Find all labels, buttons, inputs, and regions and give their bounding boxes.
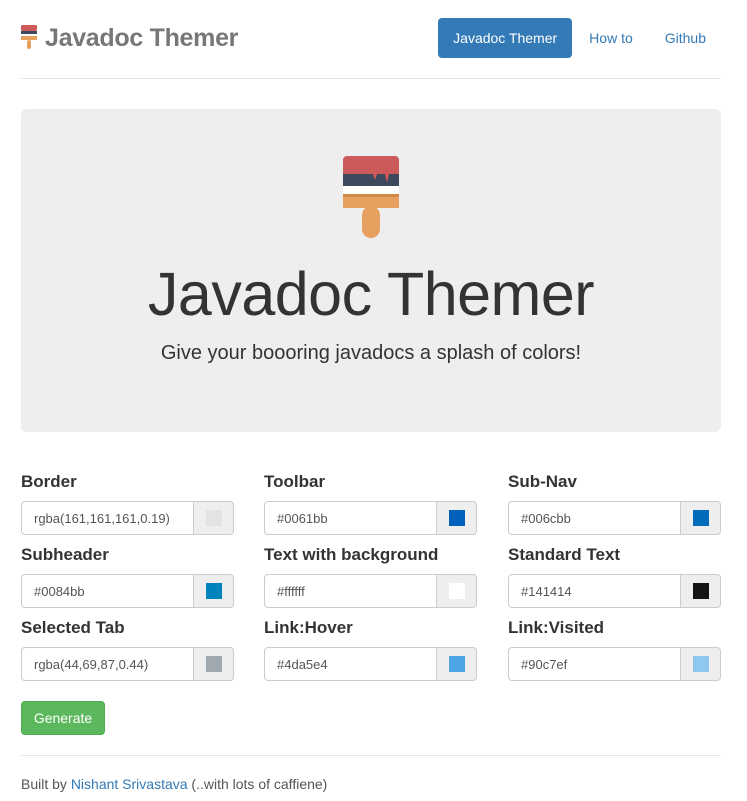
field-label: Link:Visited [508,618,605,637]
toolbar-field: Toolbar [264,470,477,535]
input-group [21,501,234,535]
input-group [264,647,477,681]
color-swatch [448,510,465,526]
field-label: Border [21,472,77,491]
footer-divider [21,755,721,756]
text-with-background-field: Text with background [264,543,477,608]
color-picker-button[interactable] [193,647,234,681]
nav-item-how-to[interactable]: How to [574,18,648,58]
subheader-field: Subheader [21,543,234,608]
field-label: Toolbar [264,472,326,491]
input-group [508,501,721,535]
input-group [21,574,234,608]
field-label: Link:Hover [264,618,353,637]
input-group [508,574,721,608]
input-group [21,647,234,681]
color-swatch [692,510,709,526]
color-swatch [205,510,222,526]
nav-item-github[interactable]: Github [650,18,721,58]
text-with-background-color-input[interactable] [264,574,436,608]
color-picker-button[interactable] [436,647,477,681]
color-picker-button[interactable] [680,574,721,608]
color-picker-button[interactable] [436,501,477,535]
color-picker-button[interactable] [193,574,234,608]
border-color-input[interactable] [21,501,193,535]
field-label: Text with background [264,545,439,564]
color-swatch [205,583,222,599]
standard-text-color-input[interactable] [508,574,680,608]
nav-menu: Javadoc Themer How to Github [438,18,721,58]
selected-tab-field: Selected Tab [21,616,234,681]
jumbotron-subtitle: Give your boooring javadocs a splash of … [160,342,582,364]
field-label: Subheader [21,545,109,564]
generate-button[interactable]: Generate [21,701,105,735]
toolbar-color-input[interactable] [264,501,436,535]
color-swatch [448,656,465,672]
author-link[interactable]: Nishant Srivastava [71,776,188,792]
footer-suffix: (..with lots of caffiene) [191,776,328,792]
input-group [508,647,721,681]
subheader-color-input[interactable] [21,574,193,608]
field-label: Selected Tab [21,618,125,637]
brand-title: Javadoc Themer [45,23,239,52]
footer-prefix: Built by [21,776,67,792]
color-picker-button[interactable] [680,501,721,535]
color-swatch [692,583,709,599]
input-group [264,574,477,608]
link-visited-color-input[interactable] [508,647,680,681]
border-field: Border [21,470,234,535]
footer: Built by Nishant Srivastava (..with lots… [21,776,327,792]
jumbotron-title: Javadoc Themer [147,260,595,328]
sub-nav-color-input[interactable] [508,501,680,535]
nav-item-javadoc-themer[interactable]: Javadoc Themer [438,18,573,58]
paintbrush-icon [343,156,399,238]
standard-text-field: Standard Text [508,543,721,608]
selected-tab-color-input[interactable] [21,647,193,681]
link-visited-field: Link:Visited [508,616,721,681]
color-picker-button[interactable] [680,647,721,681]
navbar: Javadoc Themer Javadoc Themer How to Git… [21,18,721,58]
link-hover-field: Link:Hover [264,616,477,681]
field-label: Standard Text [508,545,621,564]
color-swatch [205,656,222,672]
color-swatch [692,656,709,672]
color-picker-button[interactable] [193,501,234,535]
sub-nav-field: Sub-Nav [508,470,721,535]
input-group [264,501,477,535]
color-swatch [448,583,465,599]
jumbotron: Javadoc Themer Give your boooring javado… [21,109,721,432]
field-label: Sub-Nav [508,472,577,491]
paintbrush-icon [21,25,37,49]
brand[interactable]: Javadoc Themer [21,20,238,56]
header-divider [21,78,721,79]
link-hover-color-input[interactable] [264,647,436,681]
color-picker-button[interactable] [436,574,477,608]
